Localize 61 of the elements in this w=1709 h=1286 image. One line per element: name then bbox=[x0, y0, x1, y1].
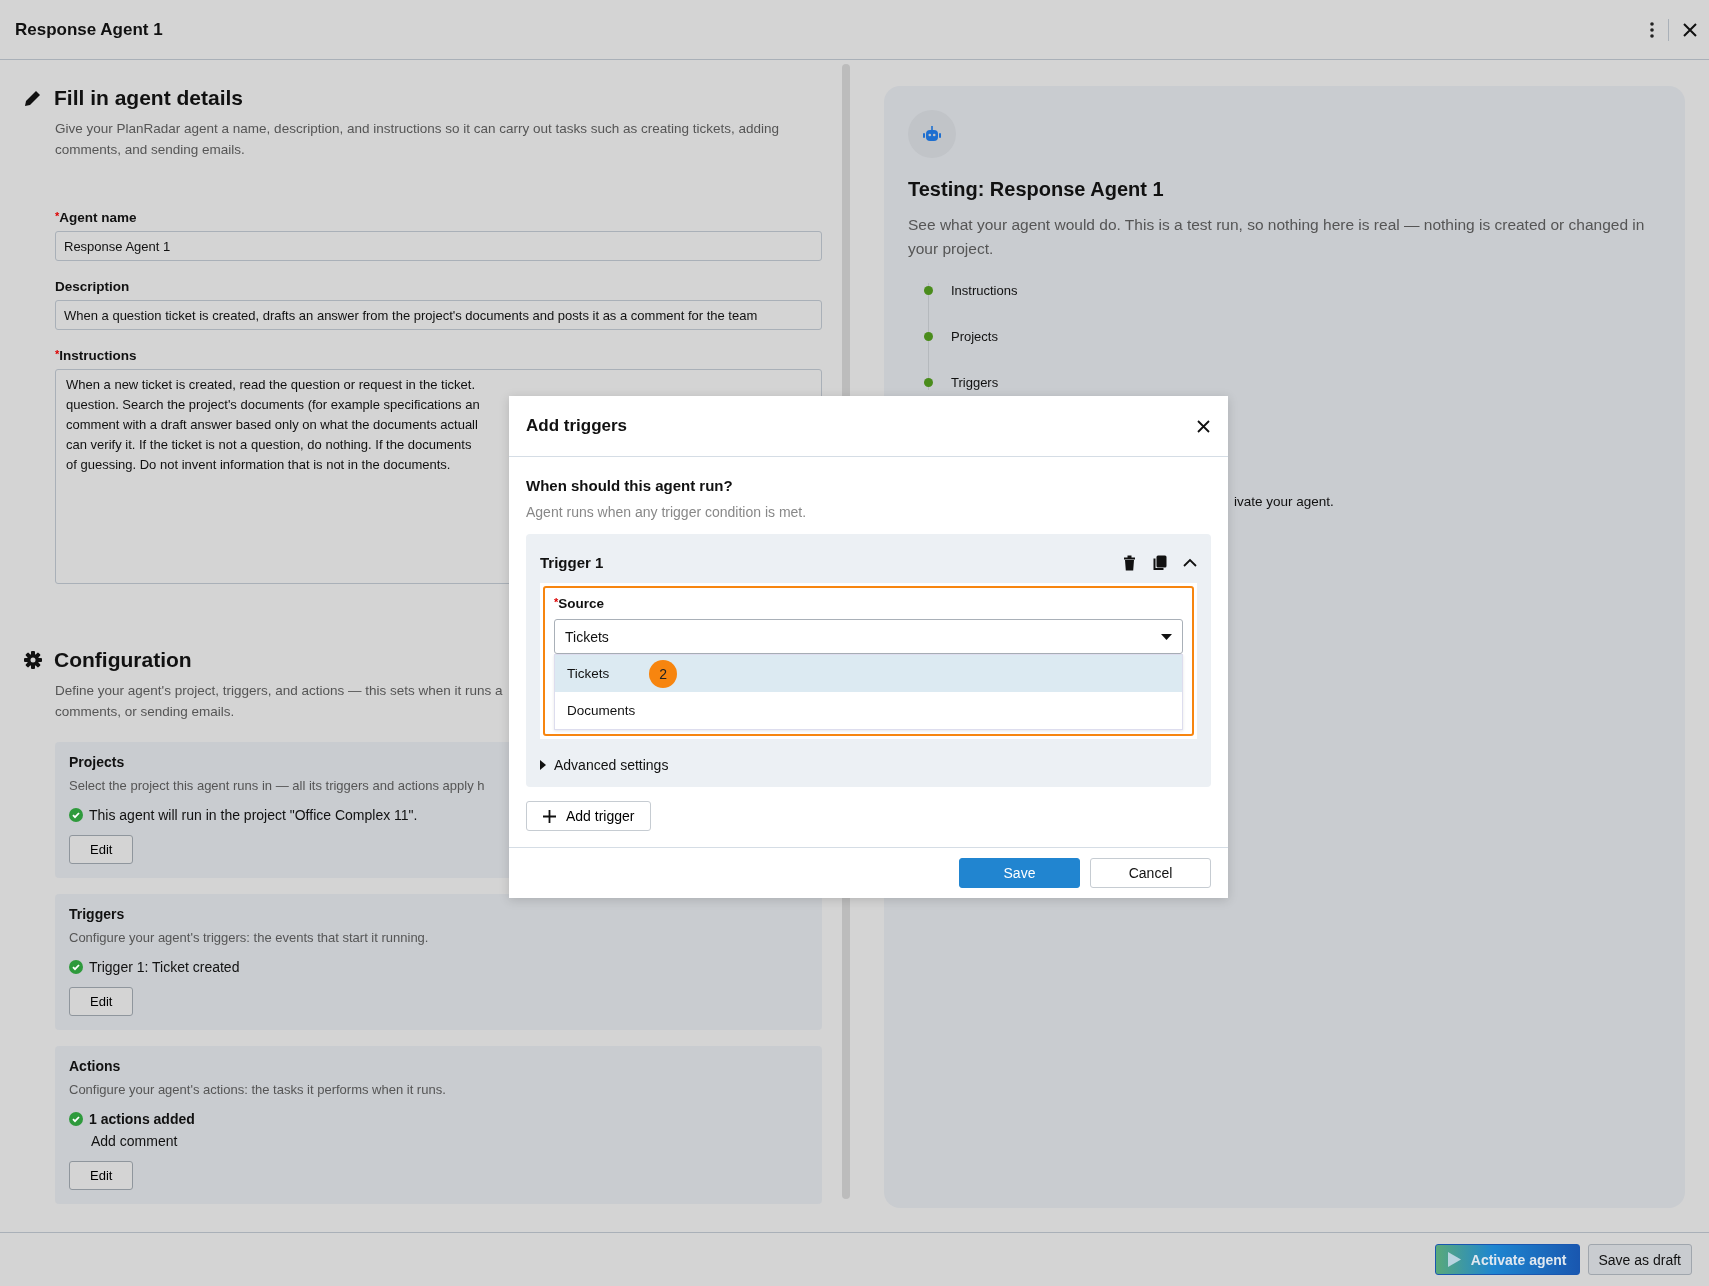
status-text: 1 actions added bbox=[89, 1111, 195, 1127]
section-description: Give your PlanRadar agent a name, description, and instructions so it can carry out tasks such as creating tickets, adding comments, and sending emails. bbox=[55, 120, 781, 159]
add-trigger-button[interactable]: Add trigger bbox=[526, 801, 652, 831]
close-icon[interactable] bbox=[1683, 22, 1697, 37]
trigger-title: Trigger 1 bbox=[540, 554, 604, 571]
save-button[interactable]: Save bbox=[959, 858, 1080, 888]
dialog-heading: When should this agent run? bbox=[526, 477, 734, 494]
cancel-button[interactable]: Cancel bbox=[1090, 858, 1211, 888]
dropdown-option[interactable]: Documents bbox=[555, 692, 1182, 729]
gear-icon bbox=[24, 651, 42, 669]
field-label: *Source bbox=[554, 596, 606, 611]
check-icon bbox=[69, 1112, 83, 1126]
check-icon bbox=[69, 808, 83, 822]
section-title: Configuration bbox=[54, 648, 192, 672]
source-dropdown[interactable]: Tickets bbox=[554, 619, 1183, 654]
step-label: Projects bbox=[951, 329, 998, 344]
section-description: comments, or sending emails. bbox=[55, 703, 235, 721]
close-icon[interactable] bbox=[1197, 419, 1210, 433]
caret-icon bbox=[1161, 633, 1172, 640]
advanced-settings-toggle[interactable]: Advanced settings bbox=[540, 757, 1197, 773]
status-text: This agent will run in the project "Office Complex 11". bbox=[89, 807, 418, 823]
window-title: Response Agent 1 bbox=[15, 19, 164, 40]
play-icon bbox=[1447, 1252, 1461, 1267]
dropdown-option[interactable]: Tickets 2 bbox=[555, 655, 1182, 692]
plus-icon bbox=[543, 809, 556, 823]
collapse-icon[interactable] bbox=[1183, 558, 1197, 567]
status-text: Trigger 1: Ticket created bbox=[89, 959, 240, 975]
step-label: Instructions bbox=[951, 283, 1018, 298]
testing-title: Testing: Response Agent 1 bbox=[908, 178, 1165, 201]
robot-icon bbox=[923, 126, 941, 142]
section-description: Define your agent's project, triggers, and actions — this sets when it runs a bbox=[55, 682, 503, 700]
caret-icon bbox=[540, 760, 546, 770]
activate-button[interactable]: Activate agent bbox=[1434, 1244, 1580, 1275]
status-detail: Add comment bbox=[91, 1133, 178, 1149]
card-description: Select the project this agent runs in — all its triggers and actions apply h bbox=[69, 778, 485, 793]
dialog-hint: Agent runs when any trigger condition is met. bbox=[526, 504, 808, 520]
card-title: Triggers bbox=[69, 906, 125, 922]
card-title: Projects bbox=[69, 754, 125, 770]
field-label: *Instructions bbox=[55, 348, 138, 363]
step-label: Triggers bbox=[951, 375, 999, 390]
edit-button[interactable]: Edit bbox=[69, 1161, 134, 1190]
edit-button[interactable]: Edit bbox=[69, 987, 134, 1016]
more-icon[interactable] bbox=[1650, 21, 1654, 38]
note-text: ivate your agent. bbox=[1234, 494, 1335, 509]
input-field[interactable]: Response Agent 1 bbox=[55, 231, 822, 261]
field-label: *Agent name bbox=[55, 210, 138, 225]
section-title: Fill in agent details bbox=[54, 86, 244, 110]
card-description: Configure your agent's actions: the tasks it performs when it runs. bbox=[69, 1082, 446, 1097]
copy-icon[interactable] bbox=[1152, 554, 1167, 571]
testing-description: See what your agent would do. This is a test run, so nothing here is real — nothing is created or changed in your project. bbox=[908, 215, 1646, 259]
step-badge: 2 bbox=[649, 659, 678, 688]
draft-button[interactable]: Save as draft bbox=[1587, 1244, 1692, 1275]
check-icon bbox=[69, 960, 83, 974]
delete-icon[interactable] bbox=[1123, 554, 1136, 571]
edit-button[interactable]: Edit bbox=[69, 835, 134, 864]
dialog-title: Add triggers bbox=[526, 416, 628, 436]
input-field[interactable]: When a question ticket is created, drafts an answer from the project's documents and posts it as a comment for the team bbox=[55, 300, 822, 330]
field-label: Description bbox=[55, 279, 131, 294]
card-description: Configure your agent's triggers: the events that start it running. bbox=[69, 930, 429, 945]
pencil-icon bbox=[24, 89, 42, 107]
card-title: Actions bbox=[69, 1058, 121, 1074]
